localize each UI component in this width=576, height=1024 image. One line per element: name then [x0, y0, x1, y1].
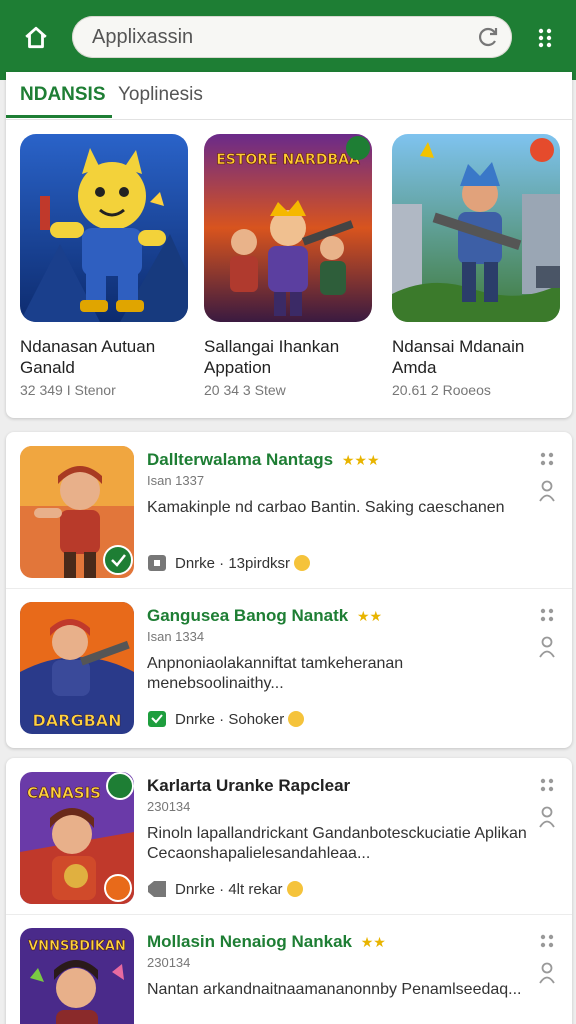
smile-icon [286, 881, 303, 897]
list-item[interactable]: Dallterwalama Nantags ★★★ Isan 1337 Kama… [6, 432, 572, 578]
app-title-text: Mollasin Nenaiog Nankak [147, 932, 352, 951]
app-thumbnail [20, 446, 134, 578]
app-thumbnail: DARGBAN [20, 602, 134, 734]
app-meta: 20.61 2 Rooeos [392, 382, 491, 398]
search-input[interactable] [92, 16, 462, 58]
tab-bar: NDANSIS Yoplinesis [6, 72, 572, 120]
home-button[interactable] [18, 20, 54, 56]
app-artwork [392, 134, 560, 322]
menu-dots-icon [538, 28, 552, 48]
featured-app-3[interactable]: Ndansai Mdanain Amda 20.61 2 Rooeos [392, 134, 564, 404]
app-subtitle: 230134 [147, 955, 191, 970]
app-title-text: Gangusea Banog Nanatk [147, 606, 349, 625]
app-meta: 20 34 3 Stew [204, 382, 286, 398]
action-label: Dnrke · 4lt rekar [175, 880, 283, 898]
app-title: Gangusea Banog Nanatk ★★ [147, 606, 382, 626]
more-dots-icon[interactable] [540, 608, 554, 622]
art-title-text: CANASIS [27, 784, 101, 802]
action-label: Dnrke · 13pirdksr [175, 554, 291, 572]
tab-ndansis[interactable]: NDANSIS [6, 84, 112, 118]
app-artwork: ESTORE NARDBAA [204, 134, 372, 322]
app-thumbnail: CANASIS [20, 772, 134, 904]
more-dots-icon[interactable] [540, 778, 554, 792]
app-title: Mollasin Nenaiog Nankak ★★ [147, 932, 386, 952]
rating-stars: ★★ [356, 608, 383, 624]
rating-stars: ★★★ [341, 452, 380, 468]
app-title: Karlarta Uranke Rapclear [147, 776, 354, 796]
app-description: Kamakinple nd carbao Bantin. Saking caes… [147, 499, 505, 516]
message-icon [148, 711, 166, 727]
app-description: Rinoln lapallandrickant Gandanbotesckuci… [147, 825, 527, 862]
action-label: Dnrke · Sohoker [175, 710, 285, 728]
app-thumbnail: VNNSBDIKAN [20, 928, 134, 1024]
refresh-icon[interactable] [476, 25, 500, 49]
top-app-bar [0, 0, 576, 80]
tag-icon [148, 881, 166, 897]
list-item[interactable]: DARGBAN Gangusea Banog Nanatk ★★ Isan 13… [6, 588, 572, 734]
app-action-row[interactable]: Dnrke · Sohoker [147, 708, 305, 730]
app-artwork [20, 134, 188, 322]
app-action-row[interactable]: Dnrke · 4lt rekar [147, 878, 303, 900]
app-title: Dallterwalama Nantags ★★★ [147, 450, 380, 470]
more-dots-icon[interactable] [540, 934, 554, 948]
app-subtitle: Isan 1337 [147, 473, 205, 488]
tab-yoplinesis[interactable]: Yoplinesis [118, 84, 203, 118]
app-subtitle: Isan 1334 [147, 629, 205, 644]
app-title-text: Karlarta Uranke Rapclear [147, 776, 351, 795]
app-meta: 32 349 I Stenor [20, 382, 116, 398]
tag-icon [148, 555, 166, 571]
app-name: Ndanasan Autuan Ganald [20, 337, 156, 377]
rating-stars: ★★ [360, 934, 386, 950]
smile-icon [288, 711, 305, 727]
search-bar[interactable] [72, 16, 512, 58]
app-description: Nantan arkandnaitnaamananonnby Penamlsee… [147, 981, 522, 998]
featured-app-2[interactable]: ESTORE NARDBAA Sallangai Ihankan Appatio… [204, 134, 376, 404]
art-title-text: VNNSBDIKAN [28, 939, 126, 954]
app-name: Sallangai Ihankan Appation [204, 337, 340, 377]
more-dots-icon[interactable] [540, 452, 554, 466]
smile-icon [294, 555, 311, 571]
app-list-card: Dallterwalama Nantags ★★★ Isan 1337 Kama… [6, 432, 572, 748]
list-item[interactable]: VNNSBDIKAN Mollasin Nenaiog Nankak ★★ 23… [6, 914, 572, 1024]
app-name: Ndansai Mdanain Amda [392, 337, 525, 377]
menu-button[interactable] [530, 20, 560, 56]
app-description: Anpnoniaolakanniftat tamkeheranan menebs… [147, 655, 404, 692]
app-subtitle: 230134 [147, 799, 191, 814]
app-title-text: Dallterwalama Nantags [147, 450, 334, 469]
app-list-card: CANASIS Karlarta Uranke Rapclear 230134 … [6, 758, 572, 1024]
home-icon [25, 26, 47, 49]
featured-app-1[interactable]: Ndanasan Autuan Ganald 32 349 I Stenor [20, 134, 192, 404]
app-action-row[interactable]: Dnrke · 13pirdksr [147, 552, 311, 574]
art-title-text: DARGBAN [32, 711, 121, 730]
person-icon[interactable] [538, 480, 556, 502]
art-title-text: ESTORE NARDBAA [216, 152, 360, 168]
featured-card: NDANSIS Yoplinesis Ndanasan Autuan Ganal… [6, 72, 572, 418]
person-icon[interactable] [538, 962, 556, 984]
person-icon[interactable] [538, 806, 556, 828]
person-icon[interactable] [538, 636, 556, 658]
list-item[interactable]: CANASIS Karlarta Uranke Rapclear 230134 … [6, 758, 572, 904]
